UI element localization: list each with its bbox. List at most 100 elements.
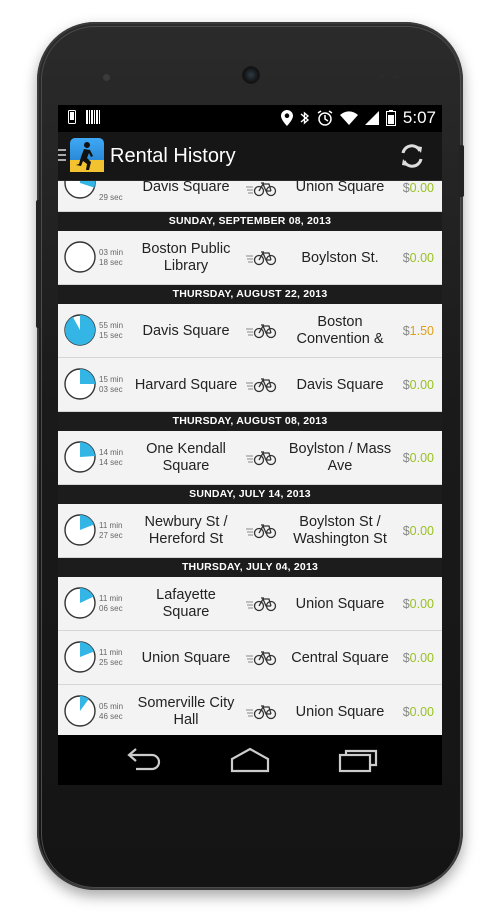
duration-pie-fill [65,315,96,345]
rental-row[interactable]: 05 min 46 sec Somerville City Hall Union Sq… [58,685,442,735]
duration-text: 29 sec [99,193,123,203]
duration-seconds: 29 sec [99,193,123,202]
duration-minutes: 11 min [99,521,123,530]
start-station: Davis Square [142,181,230,195]
app-logo[interactable] [70,138,104,172]
price-currency: $ [402,705,410,719]
location-icon [280,110,293,126]
duration-pie-fill [80,442,95,457]
start-station: Harvard Square [134,376,238,393]
duration-seconds: 27 sec [99,531,123,540]
duration-text: 55 min 15 sec [99,321,123,341]
price-currency: $ [402,651,410,665]
duration-seconds: 25 sec [99,658,123,667]
rental-price: $0.00 [403,378,434,392]
duration-text: 14 min 14 sec [99,448,123,468]
rental-price: $0.00 [403,251,434,265]
duration-minutes: 14 min [99,448,124,457]
end-station: Central Square [291,649,389,666]
bicycle-icon [246,651,277,666]
duration-pie-icon [64,587,96,619]
start-station: Boston Public Library [141,241,231,274]
duration-text: 05 min 46 sec [99,702,123,722]
start-station: Newbury St / Hereford St [144,514,228,547]
bicycle-icon [246,378,277,393]
back-icon[interactable] [124,747,164,773]
date-section-header: THURSDAY, JULY 04, 2013 [58,558,442,577]
price-amount: 0.00 [409,451,434,465]
end-station: Union Square [295,703,385,720]
duration-minutes: 11 min [99,594,123,603]
navigation-bar [58,735,442,785]
price-currency: $ [402,597,410,611]
bicycle-icon [246,251,277,266]
price-currency: $ [402,451,410,465]
duration-minutes: 11 min [99,648,123,657]
page-title: Rental History [110,145,236,167]
duration-seconds: 18 sec [99,258,123,267]
end-station: Boylston St / Washington St [293,514,387,547]
rental-row[interactable]: 11 min 06 sec Lafayette Square Union Square… [58,577,442,631]
start-station: One Kendall Square [146,441,226,474]
rental-price: $0.00 [403,651,434,665]
rental-price: $0.00 [403,597,434,611]
duration-pie-icon [64,695,96,727]
recent-apps-icon[interactable] [338,747,378,773]
duration-pie-icon [64,314,96,346]
date-section-header: THURSDAY, AUGUST 08, 2013 [58,412,442,431]
duration-text: 15 min 03 sec [99,375,123,395]
bicycle-icon [246,524,277,539]
price-amount: 0.00 [409,251,434,265]
home-icon[interactable] [230,747,270,773]
rental-row[interactable]: 03 min 18 sec Boston Public Library Boylsto… [58,231,442,285]
price-amount: 1.50 [409,324,434,338]
battery-icon [385,110,396,126]
rental-row[interactable]: 11 min 25 sec Union Square Central Square $0… [58,631,442,685]
rental-row[interactable]: 29 sec Davis Square Union Square $0.00 [58,181,442,212]
light-sensor [380,74,385,79]
start-station: Davis Square [142,322,230,339]
end-station: Union Square [295,595,385,612]
rental-row[interactable]: 15 min 03 sec Harvard Square Davis Square $0… [58,358,442,412]
price-amount: 0.00 [409,181,434,195]
duration-minutes: 15 min [99,375,124,384]
rental-price: $0.00 [403,451,434,465]
barcode-icon [86,110,100,124]
date-section-header: SUNDAY, SEPTEMBER 08, 2013 [58,212,442,231]
duration-pie-fill [80,369,95,384]
runner-logo-icon [70,142,104,172]
duration-seconds: 46 sec [99,712,123,721]
duration-pie-icon [64,514,96,546]
duration-minutes: 55 min [99,321,124,330]
start-station: Union Square [141,649,231,666]
duration-minutes: 05 min [99,702,124,711]
rental-history-list[interactable]: 29 sec Davis Square Union Square $0.00 S… [58,181,442,735]
signal-icon [364,111,379,125]
rental-row[interactable]: 14 min 14 sec One Kendall Square Boylston /… [58,431,442,485]
duration-text: 11 min 06 sec [99,594,123,614]
date-section-header: THURSDAY, AUGUST 22, 2013 [58,285,442,304]
refresh-icon[interactable] [398,142,426,170]
rental-price: $0.00 [403,181,434,195]
bluetooth-icon [300,111,309,125]
start-station: Lafayette Square [156,587,216,620]
duration-seconds: 06 sec [99,604,123,613]
duration-seconds: 15 sec [99,331,123,340]
price-currency: $ [402,378,410,392]
drawer-indicator-icon[interactable] [58,146,66,166]
rental-price: $0.00 [403,524,434,538]
rental-row[interactable]: 11 min 27 sec Newbury St / Hereford St Boyl… [58,504,442,558]
bicycle-icon [246,182,277,197]
wifi-icon [339,111,358,125]
rental-price: $1.50 [403,324,434,338]
rental-price: $0.00 [403,705,434,719]
price-amount: 0.00 [409,705,434,719]
rental-row[interactable]: 55 min 15 sec Davis Square Boston Conventio… [58,304,442,358]
start-station: Somerville City Hall [137,695,235,728]
price-currency: $ [402,524,410,538]
date-section-header: SUNDAY, JULY 14, 2013 [58,485,442,504]
price-amount: 0.00 [409,597,434,611]
alarm-icon [317,110,333,126]
bicycle-icon [246,324,277,339]
bicycle-icon [246,597,277,612]
